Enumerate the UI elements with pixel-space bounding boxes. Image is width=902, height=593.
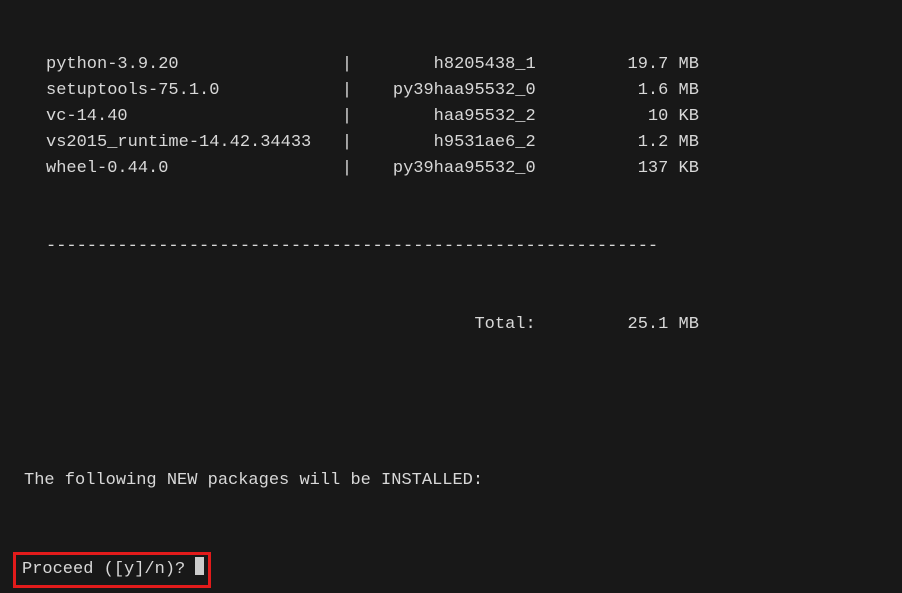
download-column-separator: | <box>332 81 352 100</box>
download-size: 1.6 MB <box>536 81 699 100</box>
download-column-separator: | <box>332 159 352 178</box>
download-name: python-3.9.20 <box>46 55 332 74</box>
download-build: h8205438_1 <box>352 55 536 74</box>
proceed-prompt-text: Proceed ([y]/n)? <box>22 560 195 579</box>
total-label: Total: <box>46 315 536 334</box>
download-column-separator: | <box>332 107 352 126</box>
terminal-output: python-3.9.20 | h8205438_1 19.7 MBsetupt… <box>0 0 902 593</box>
download-row: vc-14.40 | haa95532_2 10 KB <box>24 104 890 130</box>
download-row: wheel-0.44.0 | py39haa95532_0 137 KB <box>24 156 890 182</box>
download-size: 1.2 MB <box>536 133 699 152</box>
download-column-separator: | <box>332 133 352 152</box>
download-build: h9531ae6_2 <box>352 133 536 152</box>
download-row: setuptools-75.1.0 | py39haa95532_0 1.6 M… <box>24 78 890 104</box>
download-size: 10 KB <box>536 107 699 126</box>
proceed-prompt[interactable]: Proceed ([y]/n)? <box>13 552 211 588</box>
cursor-icon <box>195 557 204 575</box>
download-total-row: Total: 25.1 MB <box>24 312 890 338</box>
total-value: 25.1 MB <box>536 315 699 334</box>
install-header: The following NEW packages will be INSTA… <box>24 468 890 494</box>
download-name: vc-14.40 <box>46 107 332 126</box>
download-row: python-3.9.20 | h8205438_1 19.7 MB <box>24 52 890 78</box>
download-separator: ----------------------------------------… <box>46 237 658 256</box>
download-column-separator: | <box>332 55 352 74</box>
download-name: wheel-0.44.0 <box>46 159 332 178</box>
download-size: 137 KB <box>536 159 699 178</box>
download-build: py39haa95532_0 <box>352 81 536 100</box>
download-build: py39haa95532_0 <box>352 159 536 178</box>
download-name: vs2015_runtime-14.42.34433 <box>46 133 332 152</box>
download-name: setuptools-75.1.0 <box>46 81 332 100</box>
download-row: vs2015_runtime-14.42.34433 | h9531ae6_2 … <box>24 130 890 156</box>
download-build: haa95532_2 <box>352 107 536 126</box>
download-size: 19.7 MB <box>536 55 699 74</box>
